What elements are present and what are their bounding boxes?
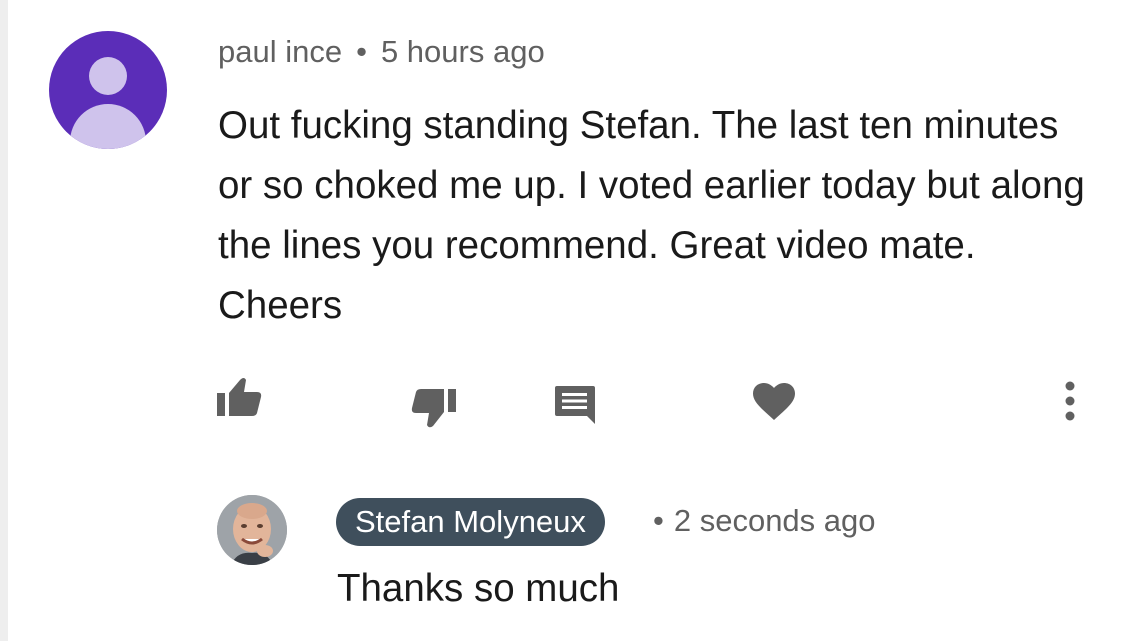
more-vert-icon[interactable] xyxy=(1062,380,1078,422)
face-photo-icon xyxy=(217,495,287,565)
comment-body: Out fucking standing Stefan. The last te… xyxy=(218,104,1085,327)
commenter-avatar[interactable] xyxy=(49,31,167,149)
reply-author-avatar[interactable] xyxy=(217,495,287,565)
avatar-body-shape xyxy=(70,104,146,149)
channel-owner-badge[interactable]: Stefan Molyneux xyxy=(336,498,605,546)
thumb-up-icon[interactable] xyxy=(215,376,265,418)
reply-meta: • 2 seconds ago xyxy=(653,503,876,539)
meta-separator: • xyxy=(356,34,367,69)
reply-time: 2 seconds ago xyxy=(673,503,876,538)
comment-author[interactable]: paul ince xyxy=(218,34,342,69)
comment-meta: paul ince • 5 hours ago xyxy=(218,34,545,70)
comment-time: 5 hours ago xyxy=(380,34,545,69)
reply-body: Thanks so much xyxy=(337,567,620,610)
avatar-head-shape xyxy=(89,57,127,95)
thumb-down-icon[interactable] xyxy=(408,386,458,430)
heart-icon[interactable] xyxy=(752,382,796,422)
reply-meta-separator: • xyxy=(653,503,664,538)
reply-icon[interactable] xyxy=(553,384,597,426)
left-edge-divider xyxy=(0,0,8,641)
